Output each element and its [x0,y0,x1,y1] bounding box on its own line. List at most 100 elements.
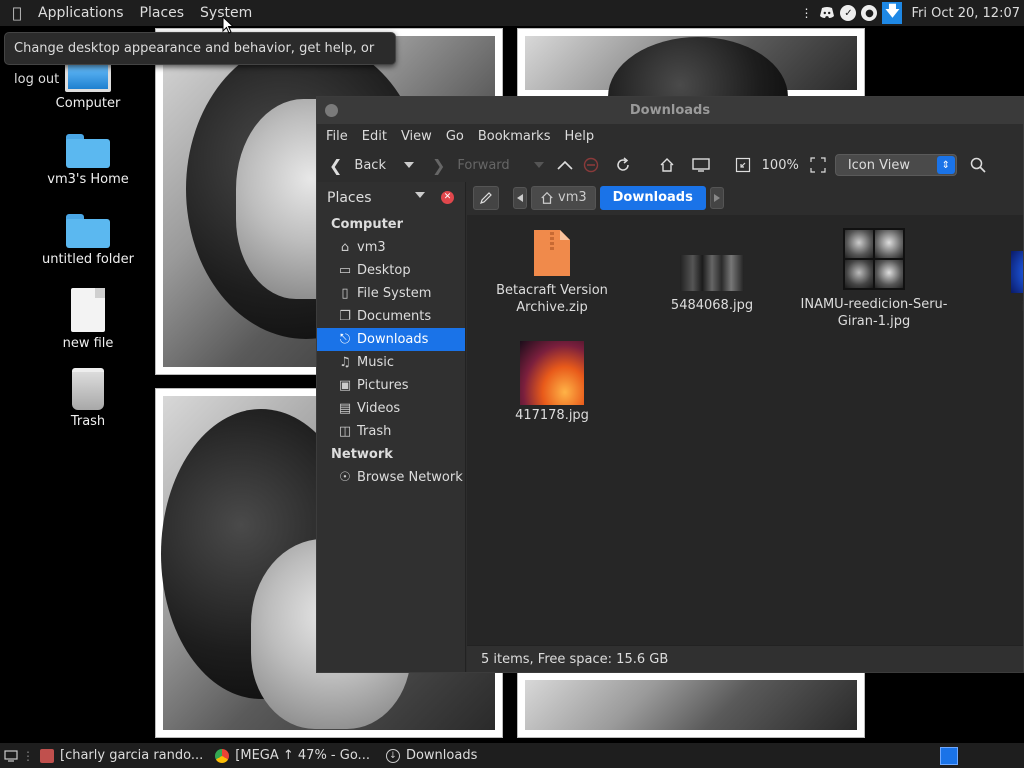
desktop-icon-home[interactable]: vm3's Home [38,134,138,187]
file-manager-window: Downloads File Edit View Go Bookmarks He… [316,96,1024,673]
forward-label: Forward [457,157,510,173]
stop-icon[interactable] [578,152,604,178]
drive-icon: ▯ [341,286,349,301]
breadcrumb-vm3[interactable]: vm3 [531,185,596,210]
sidebar-item-label: Videos [357,401,401,416]
computer-icon[interactable] [688,152,714,178]
desktop-icon-label: Computer [55,96,121,111]
pathbar: vm3 Downloads [467,182,1023,213]
image-thumbnail [843,228,905,290]
image-thumbnail [680,255,744,291]
file-item[interactable]: 417178.jpg [477,341,627,424]
reload-icon[interactable] [610,152,636,178]
applications-menu[interactable]: Applications [30,0,132,26]
sidebar-item-videos[interactable]: ▤ Videos [317,397,465,420]
download-icon[interactable]: 🡇 [882,2,903,24]
close-sidebar-icon[interactable]: ✕ [441,191,454,204]
file-item[interactable]: INAMU-reedicion-Seru-Giran-1.jpg [799,228,949,330]
check-icon[interactable]: ✓ [840,5,857,21]
menu-help[interactable]: Help [557,129,601,144]
sidebar-item-browse-network[interactable]: ☉ Browse Network [317,466,465,489]
workspace-switcher[interactable] [940,747,958,765]
sidebar-item-vm3[interactable]: ⌂ vm3 [317,236,465,259]
zoom-out-icon[interactable] [730,152,756,178]
forward-button[interactable]: ❯ Forward [428,151,514,179]
file-name: img [959,299,1023,316]
zoom-level[interactable]: 100% [756,158,805,173]
music-icon: ♫ [339,355,351,370]
taskbar-item[interactable]: ↓ Downloads [378,743,485,768]
menu-view[interactable]: View [394,129,439,144]
menu-go[interactable]: Go [439,129,471,144]
status-bar: 5 items, Free space: 15.6 GB [467,645,1023,672]
sidebar-item-label: Music [357,355,394,370]
list-icon[interactable]: ⋮ [798,5,814,21]
clock[interactable]: Fri Oct 20, 12:07 [907,6,1020,21]
sidebar-item-pictures[interactable]: ▣ Pictures [317,374,465,397]
steam-icon[interactable]: ● [861,5,878,21]
breadcrumb-downloads[interactable]: Downloads [599,185,706,210]
menu-edit[interactable]: Edit [355,129,394,144]
taskbar-item-label: [charly garcia rando... [60,748,204,763]
breadcrumb-label: vm3 [558,190,587,205]
chevron-left-icon [517,193,523,202]
file-name: INAMU-reedicion-Seru-Giran-1.jpg [800,297,948,329]
file-item[interactable]: 5484068.jpg [637,255,787,314]
view-mode-select[interactable]: Icon View ⇕ [834,154,957,176]
toolbar: ❮ Back ❯ Forward 100% Icon View ⇕ [317,148,1023,182]
file-item[interactable]: Betacraft Version Archive.zip [477,230,627,316]
top-panel:  Applications Places System ⋮ ✓ ● 🡇 Fri… [0,0,1024,26]
apple-menu-icon[interactable]:  [4,4,30,22]
desktop-icon-label: untitled folder [41,252,134,267]
show-desktop-button[interactable] [0,743,22,768]
image-thumbnail [1011,251,1023,293]
desktop-screen:  Applications Places System ⋮ ✓ ● 🡇 Fri… [0,0,1024,768]
window-titlebar[interactable]: Downloads [317,97,1023,124]
sidebar-item-file-system[interactable]: ▯ File System [317,282,465,305]
discord-icon[interactable] [819,5,835,21]
pathbar-scroll-left[interactable] [513,186,527,209]
search-icon[interactable] [965,152,991,178]
sidebar-item-label: Pictures [357,378,409,393]
back-button[interactable]: ❮ Back [325,151,390,179]
sidebar-item-trash[interactable]: ◫ Trash [317,420,465,443]
downloads-icon: ↓ [385,748,400,763]
sidebar-item-label: Downloads [357,332,429,347]
taskbar-item-label: [MEGA ↑ 47% - Go... [235,748,370,763]
menu-bookmarks[interactable]: Bookmarks [471,129,558,144]
menubar: File Edit View Go Bookmarks Help [317,124,1023,148]
sidebar-item-documents[interactable]: ❐ Documents [317,305,465,328]
desktop-icon-trash[interactable]: Trash [38,368,138,429]
zoom-in-icon[interactable] [805,152,831,178]
zip-archive-icon [534,230,570,276]
trash-icon [72,368,104,410]
network-icon: ☉ [339,470,351,485]
desktop-icon-untitled-folder[interactable]: untitled folder [38,214,138,267]
sidebar: Places ✕ Computer ⌂ vm3 ▭ Desktop ▯ File… [317,182,466,672]
up-icon[interactable] [552,152,578,178]
home-icon[interactable] [654,152,680,178]
forward-history-dropdown[interactable] [514,151,552,179]
home-folder-icon [66,134,110,168]
desktop-icon-new-file[interactable]: new file [38,288,138,351]
downloads-icon: ⎋ [339,332,351,347]
edit-location-button[interactable] [473,185,499,210]
menu-file[interactable]: File [319,129,355,144]
sidebar-section-computer: Computer [331,217,404,232]
back-history-dropdown[interactable] [390,151,428,179]
image-thumbnail [520,341,584,405]
places-menu[interactable]: Places [132,0,193,26]
app-icon [40,748,54,763]
chevron-down-icon[interactable] [415,192,425,198]
pictures-icon: ▣ [338,378,352,393]
sidebar-item-downloads[interactable]: ⎋ Downloads [317,328,465,351]
pathbar-scroll-right[interactable] [709,186,724,209]
sidebar-item-music[interactable]: ♫ Music [317,351,465,374]
places-selector[interactable]: Places ✕ [317,182,465,213]
file-name: Betacraft Version Archive.zip [496,283,608,315]
folder-icon [66,214,110,248]
taskbar-item[interactable]: ⋮ [charly garcia rando... [22,743,207,768]
taskbar-item[interactable]: [MEGA ↑ 47% - Go... [207,743,378,768]
sidebar-item-desktop[interactable]: ▭ Desktop [317,259,465,282]
file-item[interactable]: img [959,251,1023,316]
